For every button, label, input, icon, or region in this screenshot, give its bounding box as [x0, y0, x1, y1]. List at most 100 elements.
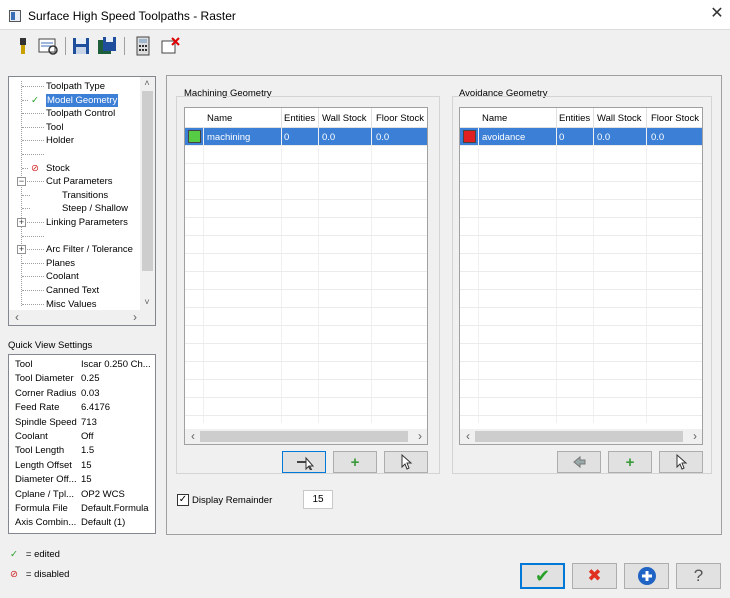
quick-view-title: Quick View Settings [8, 340, 93, 351]
column-header-wall-stock[interactable]: Wall Stock [597, 113, 642, 124]
scroll-left-icon[interactable]: ‹ [186, 429, 200, 443]
toolbar [0, 31, 730, 61]
expand-icon[interactable]: + [17, 218, 26, 227]
avoidance-scroll-thumb[interactable] [475, 431, 683, 442]
column-header-entities[interactable]: Entities [559, 113, 590, 124]
select-geometry-button[interactable] [282, 451, 326, 473]
preview-icon[interactable] [37, 35, 59, 57]
tree-item-label: Planes [46, 257, 76, 269]
quick-view-row: Spindle Speed 713 [15, 417, 97, 428]
display-remainder-checkbox[interactable]: ✓ [177, 494, 189, 506]
quick-view-key: Formula File [15, 503, 68, 514]
table-row-empty [460, 254, 702, 272]
cancel-button[interactable]: ✖ [572, 563, 617, 589]
scroll-left-icon[interactable]: ‹ [461, 429, 475, 443]
calculator-icon[interactable] [132, 35, 154, 57]
check-icon: ✓ [31, 94, 39, 106]
cursor-arrow-icon [676, 454, 688, 470]
machining-horizontal-scrollbar[interactable]: ‹ › [185, 429, 427, 444]
quick-view-row: Formula File Default.Formula [15, 503, 149, 514]
quick-view-value: Iscar 0.250 Ch... [81, 359, 151, 370]
help-button[interactable]: ? [676, 563, 721, 589]
ok-button[interactable]: ✔ [520, 563, 565, 589]
table-row[interactable]: machining 0 0.0 0.0 [185, 128, 427, 146]
row-entities: 0 [284, 132, 290, 143]
close-icon[interactable]: ✕ [708, 5, 726, 23]
save-icon[interactable] [70, 35, 92, 57]
tree-item-label: Transitions [62, 189, 109, 201]
quick-view-row: Tool Diameter 0.25 [15, 373, 100, 384]
apply-button[interactable] [624, 563, 669, 589]
tree-item-label: Linking Parameters [46, 217, 128, 228]
table-row-empty [460, 290, 702, 308]
scroll-up-icon[interactable]: ˄ [140, 78, 154, 88]
column-header-name[interactable]: Name [207, 113, 232, 124]
column-header-floor-stock[interactable]: Floor Stock [376, 113, 424, 124]
table-row-empty [460, 308, 702, 326]
plus-icon: + [350, 453, 360, 471]
table-row-empty [460, 398, 702, 416]
table-row-empty [460, 362, 702, 380]
table-row-empty [460, 272, 702, 290]
disabled-icon: ⊘ [31, 162, 39, 174]
scroll-left-icon[interactable]: ‹ [10, 310, 24, 324]
quick-view-value: 0.03 [81, 387, 100, 399]
scroll-right-icon[interactable]: › [688, 429, 702, 443]
scroll-right-icon[interactable]: › [128, 310, 142, 324]
quick-view-value: 15 [81, 459, 92, 471]
tree-horizontal-scrollbar[interactable]: ‹ › [9, 310, 155, 325]
column-header-wall-stock[interactable]: Wall Stock [322, 113, 367, 124]
pick-geometry-button[interactable] [384, 451, 428, 473]
tree-vertical-scrollbar[interactable]: ˄ ˅ [140, 77, 155, 310]
undo-arrow-icon [573, 455, 586, 469]
collapse-icon[interactable]: − [17, 177, 26, 187]
machining-scroll-thumb[interactable] [200, 431, 408, 442]
quick-view-value: Default (1) [81, 517, 126, 529]
display-remainder-input[interactable]: 15 [303, 490, 333, 509]
table-row[interactable]: avoidance 0 0.0 0.0 [460, 128, 702, 146]
table-row-empty [460, 164, 702, 182]
save-all-icon[interactable] [96, 35, 118, 57]
toolbar-separator [124, 37, 125, 55]
grid-header: Name Entities Wall Stock Floor Stock [460, 108, 702, 128]
row-wall-stock[interactable]: 0.0 [597, 132, 610, 143]
geometry-color-swatch[interactable] [188, 130, 201, 143]
quick-view-key: Tool Diameter [15, 373, 74, 385]
table-row-empty [460, 182, 702, 200]
geometry-color-swatch[interactable] [463, 130, 476, 143]
tree-scroll-thumb[interactable] [142, 91, 153, 271]
add-geometry-button[interactable]: + [333, 451, 377, 473]
column-header-name[interactable]: Name [482, 113, 507, 124]
quick-view-key: Spindle Speed [15, 416, 77, 428]
tree-item-label: Cut Parameters [46, 176, 113, 188]
avoidance-horizontal-scrollbar[interactable]: ‹ › [460, 429, 702, 444]
quick-view-key: Feed Rate [15, 402, 60, 414]
table-row-empty [185, 200, 427, 218]
row-floor-stock[interactable]: 0.0 [376, 132, 389, 143]
quick-view-key: Cplane / Tpl... [15, 488, 74, 500]
column-header-entities[interactable]: Entities [284, 113, 315, 124]
parameter-tree[interactable]: Toolpath Type ✓ Model Geometry Toolpath Con… [8, 76, 156, 326]
pick-avoidance-button[interactable] [659, 451, 703, 473]
table-row-empty [185, 344, 427, 362]
clear-icon[interactable] [159, 35, 181, 57]
quick-view-value: 713 [81, 416, 97, 428]
tool-icon[interactable] [12, 35, 34, 57]
expand-icon[interactable]: + [17, 245, 26, 255]
row-floor-stock[interactable]: 0.0 [651, 132, 664, 143]
remove-geometry-button[interactable] [557, 451, 601, 473]
table-row-empty [460, 380, 702, 398]
add-avoidance-button[interactable]: + [608, 451, 652, 473]
quick-view-row: Tool Length 1.5 [15, 445, 94, 456]
avoidance-grid[interactable]: Name Entities Wall Stock Floor Stock avo… [459, 107, 703, 445]
row-wall-stock[interactable]: 0.0 [322, 132, 335, 143]
column-header-floor-stock[interactable]: Floor Stock [651, 113, 699, 124]
scroll-right-icon[interactable]: › [413, 429, 427, 443]
quick-view-row: Feed Rate 6.4176 [15, 402, 110, 413]
table-row-empty [460, 344, 702, 362]
quick-view-row: Tool Iscar 0.250 Ch... [15, 359, 151, 370]
quick-view-key: Coolant [15, 431, 48, 442]
table-row-empty [185, 236, 427, 254]
machining-grid[interactable]: Name Entities Wall Stock Floor Stock mac… [184, 107, 428, 445]
scroll-down-icon[interactable]: ˅ [140, 297, 154, 307]
